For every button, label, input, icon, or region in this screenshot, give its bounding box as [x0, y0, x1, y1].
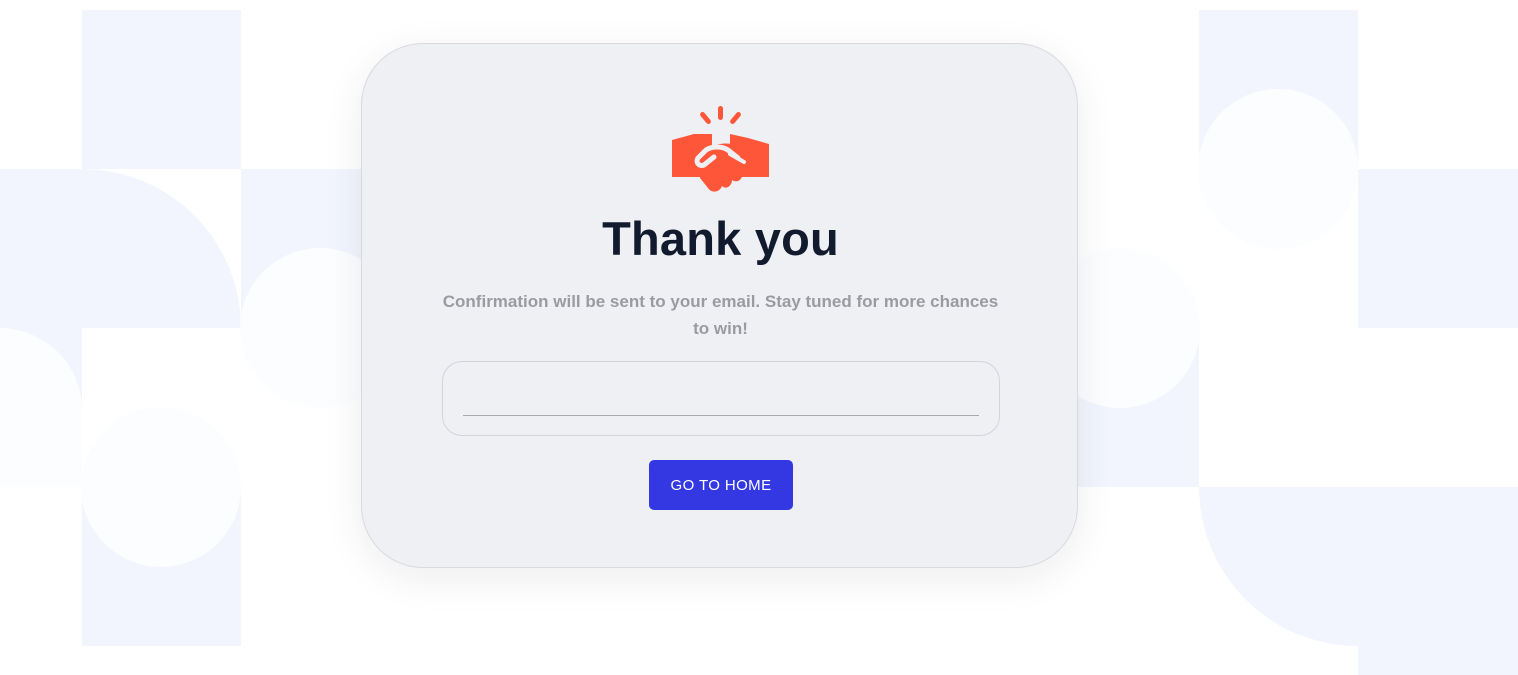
input-container [442, 361, 1000, 436]
confirmation-message: Confirmation will be sent to your email.… [442, 292, 999, 338]
page-title: Thank you [602, 212, 839, 265]
go-to-home-button[interactable]: GO TO HOME [649, 460, 793, 510]
handshake-icon [672, 106, 769, 192]
text-input[interactable] [463, 372, 979, 416]
thank-you-card: Thank you Confirmation will be sent to y… [361, 43, 1078, 568]
